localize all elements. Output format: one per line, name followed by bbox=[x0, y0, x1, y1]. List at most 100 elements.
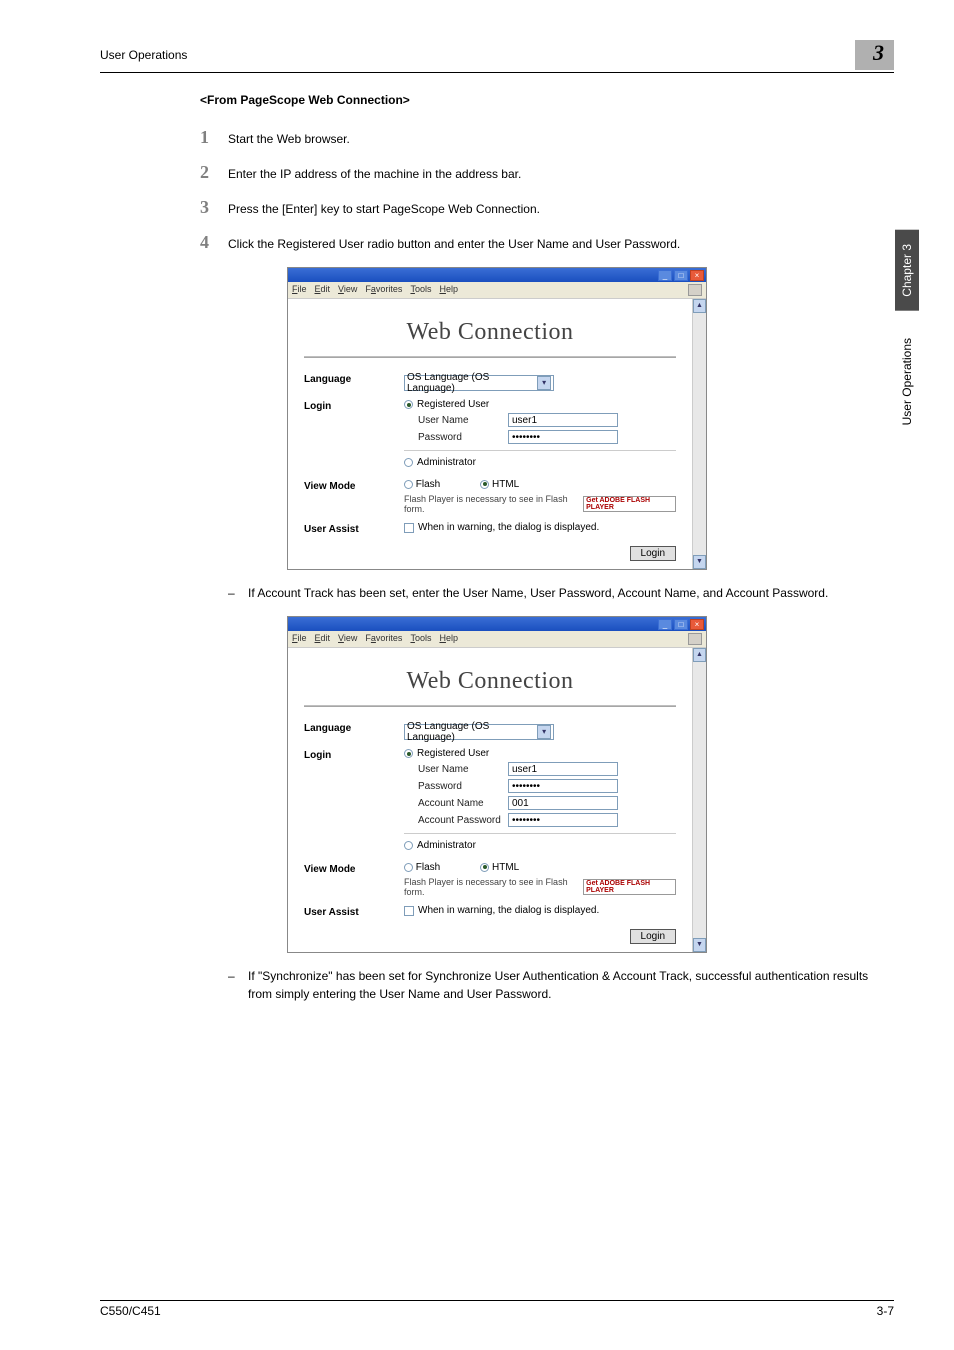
brand-title: Web Connection bbox=[294, 305, 686, 356]
menu-help[interactable]: Help bbox=[439, 284, 458, 296]
html-radio[interactable] bbox=[480, 863, 489, 872]
header-chapter-badge: 3 bbox=[855, 40, 894, 70]
menu-file[interactable]: File bbox=[292, 633, 307, 645]
scroll-down-icon[interactable]: ▼ bbox=[693, 938, 706, 952]
side-tab-chapter: Chapter 3 bbox=[895, 230, 919, 311]
menu-file[interactable]: File bbox=[292, 284, 307, 296]
divider bbox=[404, 833, 676, 834]
flash-text: Flash bbox=[416, 862, 440, 873]
dash-icon: – bbox=[228, 584, 248, 602]
menu-edit[interactable]: Edit bbox=[315, 284, 331, 296]
menu-view[interactable]: View bbox=[338, 284, 357, 296]
menu-view[interactable]: View bbox=[338, 633, 357, 645]
registered-user-text: Registered User bbox=[417, 399, 489, 410]
flash-note: Flash Player is necessary to see in Flas… bbox=[404, 494, 577, 514]
steps-list: 1 Start the Web browser. 2 Enter the IP … bbox=[200, 127, 894, 253]
administrator-radio[interactable] bbox=[404, 841, 413, 850]
minimize-button[interactable]: _ bbox=[658, 619, 672, 630]
scroll-down-icon[interactable]: ▼ bbox=[693, 555, 706, 569]
step-num: 2 bbox=[200, 162, 228, 183]
administrator-text: Administrator bbox=[417, 457, 476, 468]
flash-radio[interactable] bbox=[404, 480, 413, 489]
chevron-down-icon: ▾ bbox=[537, 376, 551, 390]
close-button[interactable]: × bbox=[690, 270, 704, 281]
scrollbar-vertical[interactable]: ▲ ▼ bbox=[692, 648, 706, 952]
flash-radio[interactable] bbox=[404, 863, 413, 872]
language-select[interactable]: OS Language (OS Language) ▾ bbox=[404, 724, 554, 740]
step-text: Start the Web browser. bbox=[228, 130, 350, 148]
user-assist-text: When in warning, the dialog is displayed… bbox=[418, 905, 599, 916]
registered-user-radio[interactable] bbox=[404, 400, 413, 409]
browser-menubar: File Edit View Favorites Tools Help bbox=[288, 631, 706, 648]
page-header: User Operations 3 bbox=[100, 40, 894, 73]
user-name-input[interactable]: user1 bbox=[508, 762, 618, 776]
menu-tools[interactable]: Tools bbox=[410, 284, 431, 296]
maximize-button[interactable]: □ bbox=[674, 270, 688, 281]
menu-edit[interactable]: Edit bbox=[315, 633, 331, 645]
divider bbox=[304, 705, 676, 707]
step-1: 1 Start the Web browser. bbox=[200, 127, 894, 148]
step-text: Click the Registered User radio button a… bbox=[228, 235, 680, 253]
password-label: Password bbox=[404, 432, 504, 443]
menu-tools[interactable]: Tools bbox=[410, 633, 431, 645]
brand-title: Web Connection bbox=[294, 654, 686, 705]
step-3: 3 Press the [Enter] key to start PageSco… bbox=[200, 197, 894, 218]
window-titlebar: _ □ × bbox=[288, 617, 706, 631]
screenshot-login-account: _ □ × File Edit View Favorites Tools Hel… bbox=[287, 616, 707, 953]
login-button[interactable]: Login bbox=[630, 929, 676, 944]
login-button[interactable]: Login bbox=[630, 546, 676, 561]
step-text: Enter the IP address of the machine in t… bbox=[228, 165, 521, 183]
dash-icon: – bbox=[228, 967, 248, 1003]
user-name-label: User Name bbox=[404, 415, 504, 426]
browser-logo-icon bbox=[688, 284, 702, 296]
html-text: HTML bbox=[492, 862, 519, 873]
step-2: 2 Enter the IP address of the machine in… bbox=[200, 162, 894, 183]
account-name-input[interactable]: 001 bbox=[508, 796, 618, 810]
step-4: 4 Click the Registered User radio button… bbox=[200, 232, 894, 253]
step-num: 4 bbox=[200, 232, 228, 253]
maximize-button[interactable]: □ bbox=[674, 619, 688, 630]
flash-player-badge[interactable]: Get ADOBE FLASH PLAYER bbox=[583, 879, 676, 895]
chevron-down-icon: ▾ bbox=[537, 725, 551, 739]
password-label: Password bbox=[404, 781, 504, 792]
header-section: User Operations bbox=[100, 48, 187, 62]
footer-model: C550/C451 bbox=[100, 1304, 161, 1318]
browser-menubar: File Edit View Favorites Tools Help bbox=[288, 282, 706, 299]
view-mode-label: View Mode bbox=[304, 862, 404, 875]
scroll-up-icon[interactable]: ▲ bbox=[693, 299, 706, 313]
html-radio[interactable] bbox=[480, 480, 489, 489]
user-assist-label: User Assist bbox=[304, 522, 404, 535]
step-num: 1 bbox=[200, 127, 228, 148]
close-button[interactable]: × bbox=[690, 619, 704, 630]
step-text: Press the [Enter] key to start PageScope… bbox=[228, 200, 540, 218]
login-label: Login bbox=[304, 399, 404, 412]
menu-favorites[interactable]: Favorites bbox=[365, 633, 402, 645]
flash-note: Flash Player is necessary to see in Flas… bbox=[404, 877, 577, 897]
html-text: HTML bbox=[492, 479, 519, 490]
scroll-up-icon[interactable]: ▲ bbox=[693, 648, 706, 662]
account-password-label: Account Password bbox=[404, 815, 504, 826]
password-input[interactable]: •••••••• bbox=[508, 430, 618, 444]
registered-user-radio[interactable] bbox=[404, 749, 413, 758]
language-select[interactable]: OS Language (OS Language) ▾ bbox=[404, 375, 554, 391]
registered-user-text: Registered User bbox=[417, 748, 489, 759]
user-assist-text: When in warning, the dialog is displayed… bbox=[418, 522, 599, 533]
user-assist-checkbox[interactable] bbox=[404, 523, 414, 533]
scrollbar-vertical[interactable]: ▲ ▼ bbox=[692, 299, 706, 569]
user-name-input[interactable]: user1 bbox=[508, 413, 618, 427]
window-titlebar: _ □ × bbox=[288, 268, 706, 282]
menu-favorites[interactable]: Favorites bbox=[365, 284, 402, 296]
minimize-button[interactable]: _ bbox=[658, 270, 672, 281]
password-input[interactable]: •••••••• bbox=[508, 779, 618, 793]
flash-player-badge[interactable]: Get ADOBE FLASH PLAYER bbox=[583, 496, 676, 512]
account-password-input[interactable]: •••••••• bbox=[508, 813, 618, 827]
administrator-radio[interactable] bbox=[404, 458, 413, 467]
divider bbox=[404, 450, 676, 451]
language-label: Language bbox=[304, 721, 404, 734]
view-mode-label: View Mode bbox=[304, 479, 404, 492]
page-footer: C550/C451 3-7 bbox=[100, 1300, 894, 1318]
sub-note-2: – If "Synchronize" has been set for Sync… bbox=[228, 967, 894, 1003]
user-name-label: User Name bbox=[404, 764, 504, 775]
user-assist-checkbox[interactable] bbox=[404, 906, 414, 916]
menu-help[interactable]: Help bbox=[439, 633, 458, 645]
